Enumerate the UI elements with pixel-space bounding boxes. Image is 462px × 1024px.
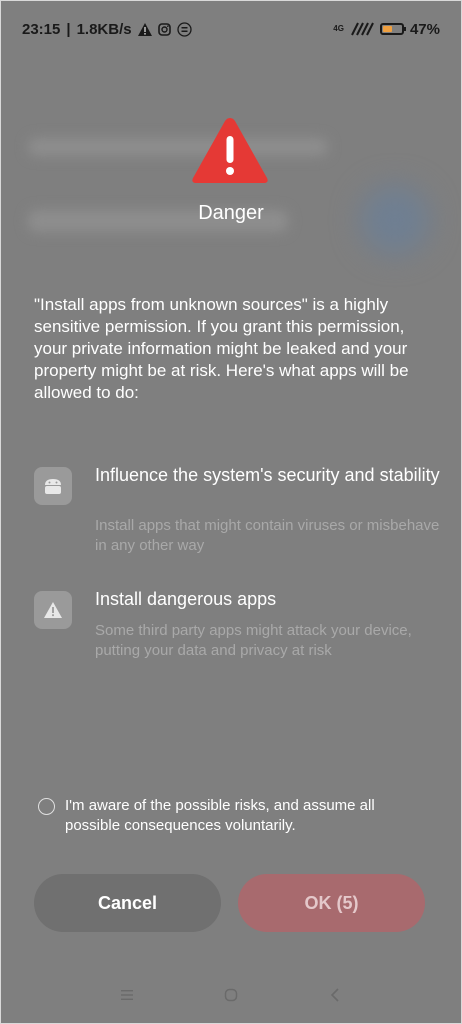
status-speed: 1.8KB/s	[76, 20, 132, 38]
battery-icon	[379, 23, 406, 35]
danger-warning-icon	[190, 114, 270, 186]
consent-checkbox-row[interactable]: I'm aware of the possible risks, and ass…	[38, 796, 428, 836]
notification-count-icon	[176, 21, 192, 37]
cancel-button[interactable]: Cancel	[34, 874, 221, 932]
ok-button[interactable]: OK (5)	[238, 874, 425, 932]
consent-radio[interactable]	[38, 798, 55, 815]
status-separator: |	[66, 20, 71, 38]
menu-icon[interactable]	[118, 986, 136, 1004]
status-left: 23:15 | 1.8KB/s	[22, 21, 192, 38]
status-right: 4G 47%	[333, 21, 440, 38]
status-time: 23:15	[22, 20, 61, 38]
instagram-icon	[157, 22, 171, 36]
dialog-description: "Install apps from unknown sources" is a…	[34, 295, 409, 402]
permission-title: Influence the system's security and stab…	[95, 465, 440, 485]
home-icon[interactable]	[222, 986, 240, 1004]
permission-subtitle: Install apps that might contain viruses …	[95, 517, 440, 554]
signal-icon	[350, 22, 374, 36]
network-type: 4G	[333, 24, 344, 33]
dialog-title: Danger	[198, 202, 264, 224]
android-icon	[34, 467, 72, 505]
back-icon[interactable]	[326, 986, 344, 1004]
alert-icon	[137, 22, 152, 36]
navigation-bar	[0, 975, 462, 1015]
warning-icon	[34, 591, 72, 629]
blurred-background-row	[28, 138, 328, 156]
status-bar: 23:15 | 1.8KB/s 4G 47%	[0, 0, 462, 58]
consent-text: I'm aware of the possible risks, and ass…	[65, 797, 375, 834]
permission-title: Install dangerous apps	[95, 589, 277, 609]
battery-level: 47%	[409, 20, 440, 38]
permission-subtitle: Some third party apps might attack your …	[95, 622, 412, 659]
